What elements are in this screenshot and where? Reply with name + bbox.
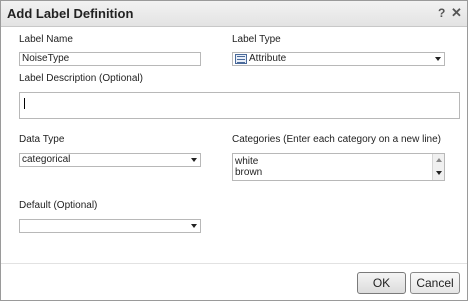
label-name-label: Label Name [19,34,73,45]
help-icon[interactable]: ? [438,6,445,20]
default-select[interactable] [19,219,201,233]
categories-textarea[interactable]: white brown [232,153,445,181]
label-type-label: Label Type [232,34,281,45]
label-type-value: Attribute [249,53,287,64]
label-type-select[interactable]: Attribute [232,52,445,66]
chevron-down-icon [435,57,441,61]
scroll-down-icon[interactable] [436,171,442,175]
label-description-label: Label Description (Optional) [19,73,143,84]
text-caret [24,98,25,109]
add-label-definition-dialog: Add Label Definition ? ✕ Label Name Nois… [0,0,468,301]
footer-divider [1,263,467,264]
category-item: white [235,156,259,167]
ok-button[interactable]: OK [357,272,406,294]
label-description-textarea[interactable] [19,92,460,119]
chevron-down-icon [191,158,197,162]
cancel-button[interactable]: Cancel [410,272,460,294]
label-name-input[interactable]: NoiseType [19,52,201,66]
dialog-title: Add Label Definition [7,6,134,21]
dialog-titlebar[interactable]: Add Label Definition ? ✕ [1,1,467,27]
default-label: Default (Optional) [19,200,98,211]
chevron-down-icon [191,224,197,228]
attribute-type-icon [235,54,247,64]
data-type-select[interactable]: categorical [19,153,201,167]
data-type-label: Data Type [19,134,65,145]
categories-scrollbar[interactable] [432,154,444,180]
categories-label: Categories (Enter each category on a new… [232,134,442,145]
data-type-value: categorical [22,154,71,165]
scroll-up-icon[interactable] [436,158,442,162]
category-item: brown [235,167,263,178]
close-icon[interactable]: ✕ [451,5,462,21]
